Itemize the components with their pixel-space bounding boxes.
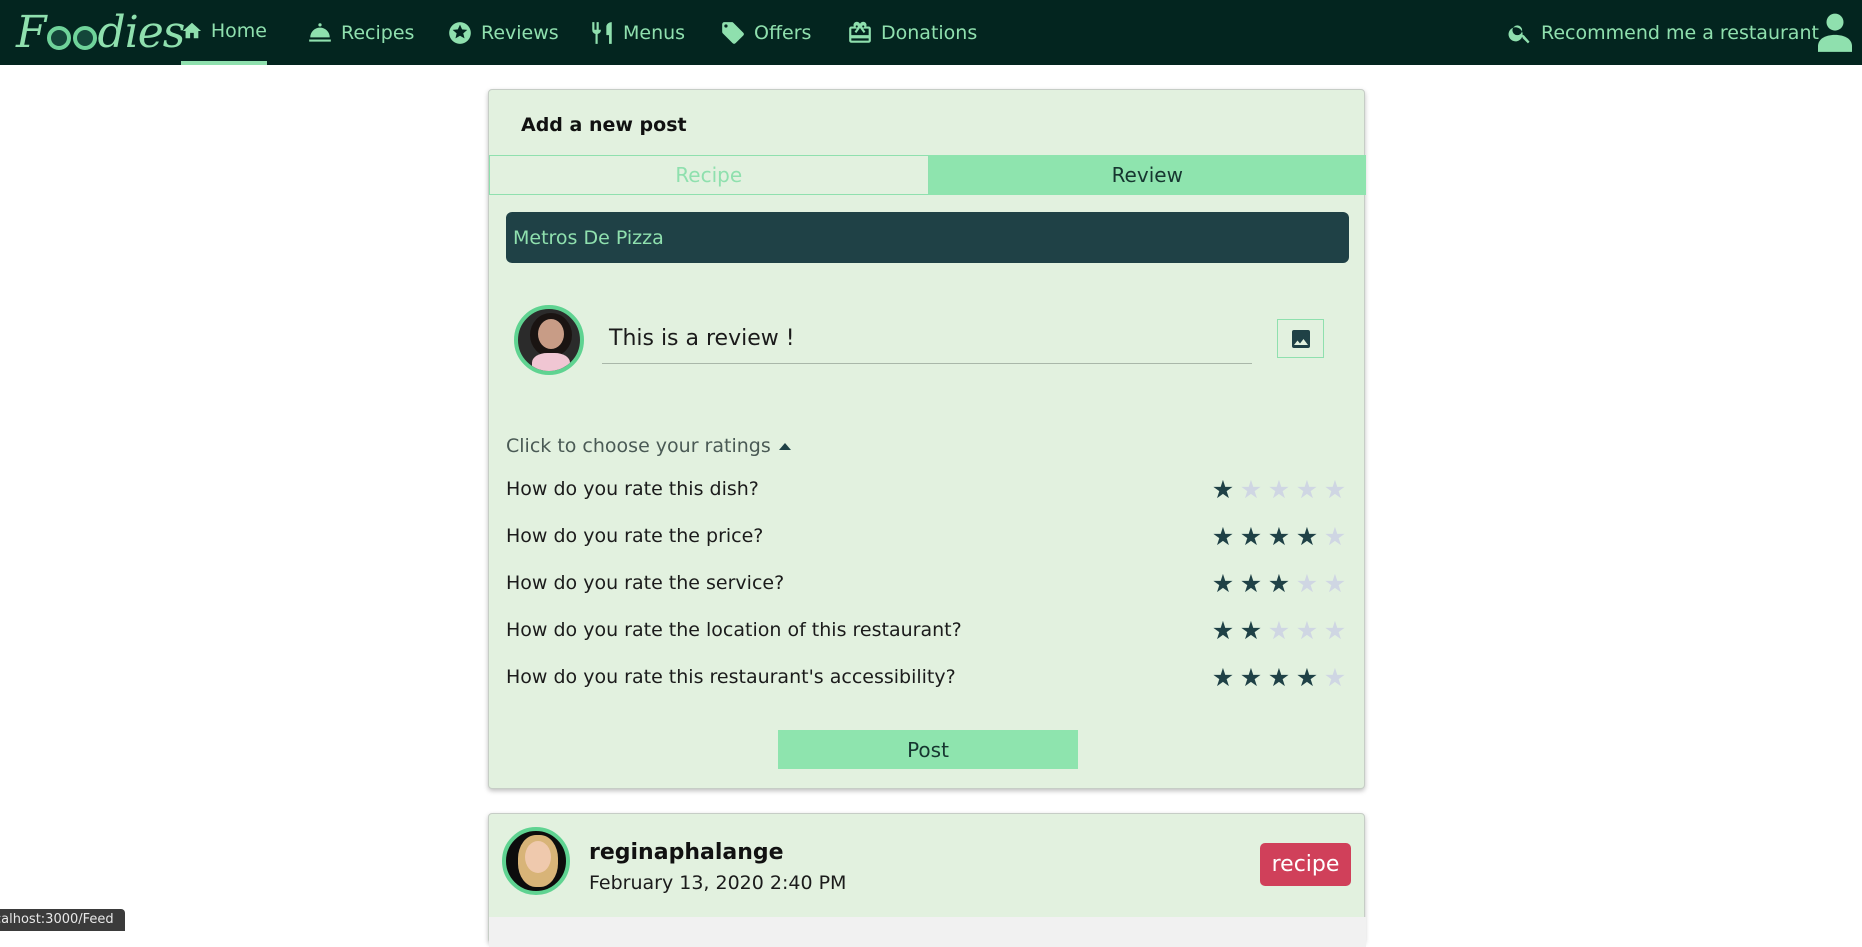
nav-recipes[interactable]: Recipes — [307, 0, 414, 65]
star-rating[interactable]: ★ ★ ★ ★ ★ — [1209, 522, 1349, 550]
star-icon[interactable]: ★ — [1237, 475, 1265, 503]
cloche-icon — [309, 22, 331, 42]
star-rating[interactable]: ★ ★ ★ ★ ★ — [1209, 569, 1349, 597]
avatar — [514, 305, 584, 375]
nav-reviews-label: Reviews — [481, 21, 559, 44]
nav-donations-label: Donations — [881, 21, 978, 44]
gift-box-icon — [849, 21, 871, 43]
post-content — [489, 917, 1366, 947]
rating-question: How do you rate the price? — [506, 525, 764, 547]
star-icon[interactable]: ★ — [1321, 569, 1349, 597]
star-icon[interactable]: ★ — [1237, 569, 1265, 597]
star-circle-icon — [449, 21, 471, 44]
star-icon[interactable]: ★ — [1321, 663, 1349, 691]
nav-donations[interactable]: Donations — [847, 0, 977, 65]
rating-row: How do you rate this restaurant's access… — [506, 662, 1349, 692]
star-icon[interactable]: ★ — [1209, 569, 1237, 597]
rating-question: How do you rate the location of this res… — [506, 619, 962, 641]
restaurant-select[interactable]: Metros De Pizza — [506, 212, 1349, 263]
post-username[interactable]: reginaphalange — [589, 840, 784, 865]
fork-knife-icon — [592, 21, 612, 44]
image-icon — [1291, 329, 1310, 348]
recommend-label: Recommend me a restaurant — [1541, 21, 1819, 44]
star-icon[interactable]: ★ — [1209, 616, 1237, 644]
star-icon[interactable]: ★ — [1265, 475, 1293, 503]
star-icon[interactable]: ★ — [1265, 569, 1293, 597]
post-date: February 13, 2020 2:40 PM — [589, 872, 847, 894]
star-icon[interactable]: ★ — [1265, 663, 1293, 691]
rating-row: How do you rate the location of this res… — [506, 615, 1349, 645]
star-icon[interactable]: ★ — [1321, 616, 1349, 644]
nav-reviews[interactable]: Reviews — [447, 0, 559, 65]
user-profile-button[interactable] — [1818, 12, 1852, 52]
user-icon — [1818, 13, 1852, 52]
search-icon — [1508, 24, 1530, 43]
tab-recipe[interactable]: Recipe — [489, 155, 929, 195]
home-icon — [182, 22, 202, 38]
star-icon[interactable]: ★ — [1209, 522, 1237, 550]
nav-recipes-label: Recipes — [341, 21, 415, 44]
post-type-tabs: Recipe Review — [489, 155, 1366, 195]
top-navbar: Fdies Home Recipes Reviews Menus Offers … — [0, 0, 1862, 65]
rating-row: How do you rate the price? ★ ★ ★ ★ ★ — [506, 521, 1349, 551]
tab-review[interactable]: Review — [928, 155, 1366, 195]
star-rating[interactable]: ★ ★ ★ ★ ★ — [1209, 616, 1349, 644]
star-icon[interactable]: ★ — [1209, 475, 1237, 503]
nav-offers[interactable]: Offers — [720, 0, 811, 65]
nav-home[interactable]: Home — [181, 0, 267, 65]
tag-icon — [722, 21, 744, 44]
add-image-button[interactable] — [1277, 319, 1324, 358]
status-bar-url: calhost:3000/Feed — [0, 909, 125, 931]
rating-question: How do you rate the service? — [506, 572, 785, 594]
star-icon[interactable]: ★ — [1293, 663, 1321, 691]
rating-row: How do you rate this dish? ★ ★ ★ ★ ★ — [506, 474, 1349, 504]
avatar[interactable] — [502, 827, 570, 895]
star-icon[interactable]: ★ — [1237, 522, 1265, 550]
star-rating[interactable]: ★ ★ ★ ★ ★ — [1209, 663, 1349, 691]
star-icon[interactable]: ★ — [1237, 616, 1265, 644]
nav-menus[interactable]: Menus — [589, 0, 685, 65]
nav-home-label: Home — [210, 19, 267, 42]
nav-offers-label: Offers — [754, 21, 812, 44]
rating-row: How do you rate the service? ★ ★ ★ ★ ★ — [506, 568, 1349, 598]
star-icon[interactable]: ★ — [1293, 475, 1321, 503]
star-icon[interactable]: ★ — [1265, 616, 1293, 644]
new-post-title: Add a new post — [521, 114, 687, 136]
recommend-restaurant-link[interactable]: Recommend me a restaurant — [1507, 0, 1819, 65]
ratings-toggle[interactable]: Click to choose your ratings — [506, 435, 791, 457]
star-rating[interactable]: ★ ★ ★ ★ ★ — [1209, 475, 1349, 503]
star-icon[interactable]: ★ — [1265, 522, 1293, 550]
ratings-toggle-label: Click to choose your ratings — [506, 435, 771, 457]
rating-question: How do you rate this restaurant's access… — [506, 666, 956, 688]
post-button[interactable]: Post — [778, 730, 1078, 769]
star-icon[interactable]: ★ — [1293, 569, 1321, 597]
new-post-card: Add a new post Recipe Review Metros De P… — [488, 89, 1366, 789]
caret-up-icon — [778, 442, 791, 450]
star-icon[interactable]: ★ — [1321, 522, 1349, 550]
foodies-logo[interactable]: Fdies — [16, 2, 185, 62]
star-icon[interactable]: ★ — [1321, 475, 1349, 503]
nav-menus-label: Menus — [623, 21, 686, 44]
post-type-badge: recipe — [1260, 843, 1351, 886]
star-icon[interactable]: ★ — [1293, 616, 1321, 644]
review-text-input[interactable]: This is a review ! — [602, 314, 1252, 364]
star-icon[interactable]: ★ — [1209, 663, 1237, 691]
star-icon[interactable]: ★ — [1237, 663, 1265, 691]
star-icon[interactable]: ★ — [1293, 522, 1321, 550]
rating-question: How do you rate this dish? — [506, 478, 759, 500]
